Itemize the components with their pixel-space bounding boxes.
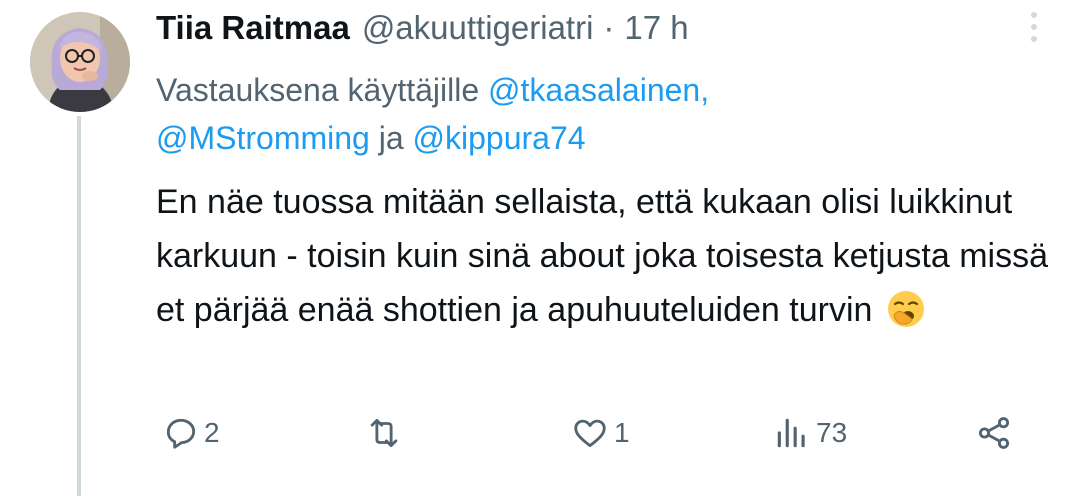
share-button[interactable] <box>974 414 1014 452</box>
tweet-header: Tiia Raitmaa @akuuttigeriatri · 17 h <box>156 8 689 48</box>
reply-button[interactable]: 2 <box>162 414 220 452</box>
yawning-face-icon <box>886 289 926 329</box>
avatar[interactable] <box>30 12 130 112</box>
tweet-time[interactable]: 17 h <box>624 9 688 47</box>
author-name[interactable]: Tiia Raitmaa <box>156 9 350 47</box>
share-icon <box>978 417 1010 449</box>
views-count: 73 <box>816 417 848 448</box>
reply-icon <box>166 418 196 449</box>
thread-line <box>77 116 81 496</box>
mention-tkaasalainen[interactable]: @tkaasalainen <box>488 72 700 108</box>
tweet-actions: 2 1 73 <box>156 404 1036 464</box>
retweet-icon <box>370 418 398 448</box>
mention-comma: , <box>700 72 710 108</box>
more-options-icon[interactable] <box>1026 12 1042 42</box>
author-handle[interactable]: @akuuttigeriatri <box>362 9 594 47</box>
tweet-text: En näe tuossa mitään sellaista, että kuk… <box>156 175 1066 337</box>
heart-icon <box>574 419 606 448</box>
mention-mstromming[interactable]: @MStromming <box>156 120 370 156</box>
header-separator: · <box>603 9 615 46</box>
replying-prefix: Vastauksena käyttäjille <box>156 72 489 108</box>
replying-conjunction: ja <box>369 120 413 156</box>
views-button[interactable]: 73 <box>772 414 847 452</box>
like-button[interactable]: 1 <box>570 414 630 452</box>
retweet-button[interactable] <box>364 414 408 452</box>
reply-count: 2 <box>204 417 220 448</box>
views-icon <box>777 418 805 448</box>
like-count: 1 <box>614 417 630 448</box>
mention-kippura74[interactable]: @kippura74 <box>413 120 586 156</box>
replying-to: Vastauksena käyttäjille @tkaasalainen, @… <box>156 66 1056 162</box>
